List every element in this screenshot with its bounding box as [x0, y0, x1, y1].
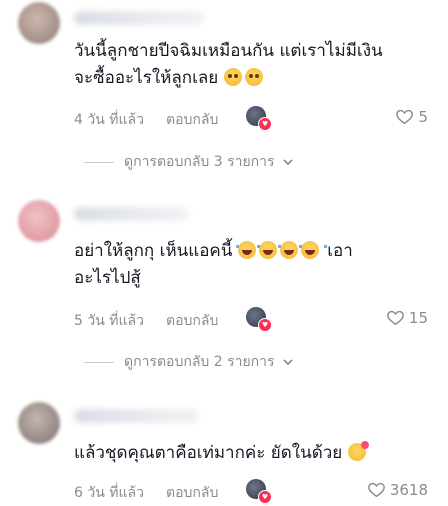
heart-outline-icon	[367, 482, 385, 498]
comment-text-line1: อย่าให้ลูกกุ เห็นแอคนี้	[74, 241, 233, 261]
creator-liked-avatar: ♥	[246, 479, 272, 504]
comment-time: 4 วัน ที่แล้ว	[74, 112, 144, 128]
chevron-down-icon	[282, 359, 293, 366]
laughing-face-emoji	[256, 241, 285, 259]
reply-button[interactable]: ตอบกลับ	[166, 310, 218, 332]
like-count: 15	[408, 308, 428, 327]
avatar[interactable]	[18, 200, 60, 242]
view-replies-label: ดูการตอบกลับ 2 รายการ	[124, 354, 275, 370]
reply-button[interactable]: ตอบกลับ	[166, 482, 218, 504]
comment-text-line1: แล้วชุดคุณตาคือเท่มากค่ะ ยัดในด้วย	[74, 443, 343, 463]
heart-outline-icon	[396, 109, 414, 125]
comment-text: แล้วชุดคุณตาคือเท่มากค่ะ ยัดในด้วย	[74, 440, 414, 467]
sad-face-emoji	[244, 68, 263, 86]
comment-text-line2: อะไรไปสู้	[74, 268, 141, 288]
like-button[interactable]: 15	[386, 308, 428, 327]
creator-liked-avatar: ♥	[246, 106, 272, 131]
hugging-face-emoji	[347, 441, 369, 461]
like-count: 3618	[389, 480, 428, 499]
chevron-down-icon	[282, 159, 293, 166]
comment-text-line1-suffix: เอา	[327, 241, 353, 261]
view-replies-label: ดูการตอบกลับ 3 รายการ	[124, 154, 275, 170]
creator-liked-avatar: ♥	[246, 307, 272, 332]
comment-text: อย่าให้ลูกกุ เห็นแอคนี้ เอา อะไรไปสู้	[74, 238, 414, 292]
like-button[interactable]: 3618	[367, 480, 428, 499]
comment-time: 5 วัน ที่แล้ว	[74, 313, 144, 329]
comment-text-line2: จะซื้ออะไรให้ลูกเลย	[74, 68, 219, 88]
divider	[84, 361, 114, 363]
comment-text-line1: วันนี้ลูกชายปีจฉิมเหมือนกัน แต่เราไม่มีเ…	[74, 41, 383, 61]
heart-icon: ♥	[258, 117, 272, 131]
comment-text: วันนี้ลูกชายปีจฉิมเหมือนกัน แต่เราไม่มีเ…	[74, 38, 414, 92]
avatar[interactable]	[18, 2, 60, 44]
like-button[interactable]: 5	[395, 107, 428, 126]
heart-outline-icon	[387, 310, 404, 326]
laughing-face-emoji	[298, 241, 327, 259]
heart-icon: ♥	[258, 490, 272, 504]
avatar[interactable]	[18, 402, 60, 444]
like-count: 5	[418, 107, 428, 126]
laughing-face-emoji	[277, 241, 306, 259]
laughing-face-emoji	[235, 241, 264, 259]
username-blurred[interactable]	[74, 207, 189, 221]
view-replies-button[interactable]: ดูการตอบกลับ 3 รายการ	[84, 152, 293, 172]
username-blurred[interactable]	[74, 11, 204, 25]
comment-meta: 5 วัน ที่แล้ว ตอบกลับ ♥ 15	[74, 307, 428, 332]
heart-icon: ♥	[258, 318, 272, 332]
reply-button[interactable]: ตอบกลับ	[166, 109, 218, 131]
comment-meta: 4 วัน ที่แล้ว ตอบกลับ ♥ 5	[74, 106, 428, 131]
view-replies-button[interactable]: ดูการตอบกลับ 2 รายการ	[84, 352, 293, 372]
sad-face-emoji	[223, 68, 242, 86]
username-blurred[interactable]	[74, 409, 199, 423]
comment-meta: 6 วัน ที่แล้ว ตอบกลับ ♥ 3618	[74, 479, 428, 504]
comment-time: 6 วัน ที่แล้ว	[74, 485, 144, 501]
divider	[84, 161, 114, 163]
